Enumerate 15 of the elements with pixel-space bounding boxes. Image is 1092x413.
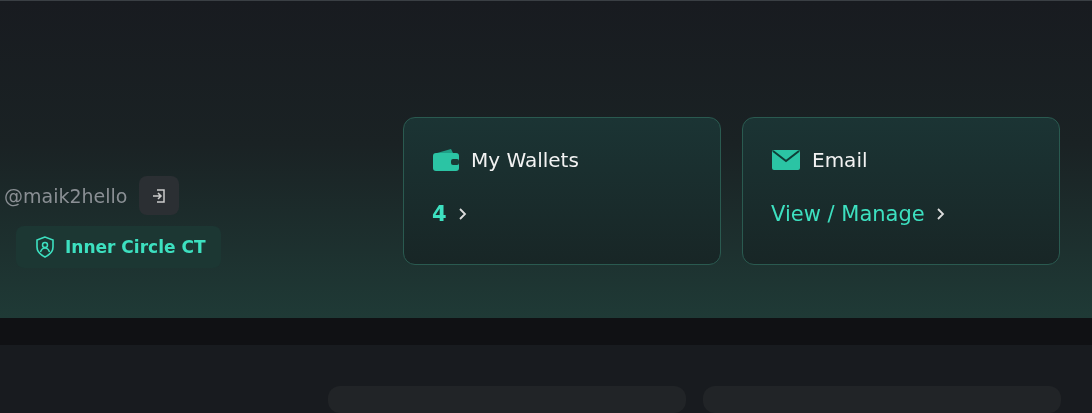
wallet-count-link[interactable]: 4 — [432, 202, 467, 226]
wallet-icon — [432, 148, 460, 172]
logout-icon — [151, 187, 168, 204]
card-title: Email — [812, 148, 868, 172]
membership-badge: Inner Circle CT — [16, 226, 222, 268]
chevron-right-icon — [934, 207, 945, 221]
username: @maik2hello — [4, 184, 128, 207]
envelope-icon — [771, 149, 801, 171]
manage-link[interactable]: View / Manage — [771, 202, 945, 226]
logout-button[interactable] — [139, 176, 180, 215]
info-card[interactable]: My Wallets 4 — [403, 117, 721, 265]
card-title: My Wallets — [471, 148, 579, 172]
shield-icon — [34, 235, 56, 259]
chevron-right-icon — [456, 207, 467, 221]
info-card[interactable]: Email View / Manage — [742, 117, 1060, 265]
